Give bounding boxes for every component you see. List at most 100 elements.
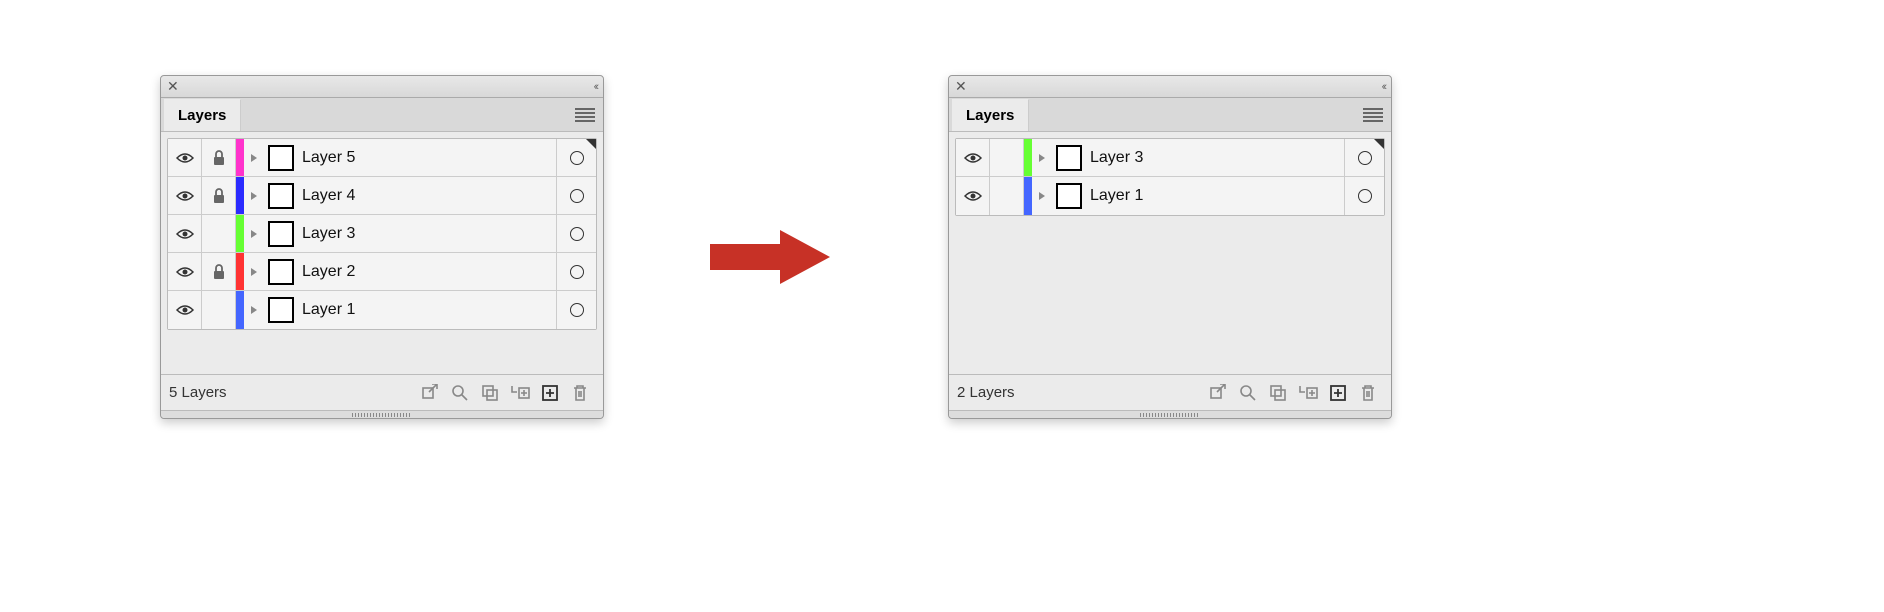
disclosure-toggle[interactable] [244,191,264,201]
layer-row[interactable]: Layer 1 [956,177,1384,215]
visibility-toggle[interactable] [168,139,202,176]
target-indicator[interactable] [556,253,596,290]
layers-panel-before: ✕ ‹‹ Layers Layer 5 [160,75,604,419]
layer-name[interactable]: Layer 3 [1090,149,1344,167]
tab-layers[interactable]: Layers [164,99,241,131]
empty-area [955,216,1385,340]
eye-icon [176,266,194,278]
disclosure-toggle[interactable] [1032,191,1052,201]
target-indicator[interactable] [556,291,596,329]
collapse-icon[interactable]: ‹‹ [594,81,597,93]
visibility-toggle[interactable] [168,291,202,329]
close-icon[interactable]: ✕ [167,78,179,95]
lock-toggle[interactable] [990,139,1024,176]
new-layer-icon[interactable] [536,381,564,405]
chevron-right-icon [250,229,258,239]
layers-panel-after: ✕ ‹‹ Layers Layer 3 Layer [948,75,1392,419]
layer-name[interactable]: Layer 3 [302,225,556,243]
layer-thumbnail [1056,183,1082,209]
panel-tabbar: Layers [161,98,603,132]
lock-toggle[interactable] [990,177,1024,215]
export-icon[interactable] [416,381,444,405]
layer-color-swatch [236,253,244,290]
visibility-toggle[interactable] [168,215,202,252]
circle-icon [570,189,584,203]
target-indicator[interactable] [556,177,596,214]
layer-name[interactable]: Layer 4 [302,187,556,205]
chevron-right-icon [250,153,258,163]
target-indicator[interactable] [556,215,596,252]
search-icon[interactable] [1234,381,1262,405]
layer-row[interactable]: Layer 1 [168,291,596,329]
new-sublayer-icon[interactable] [1294,381,1322,405]
disclosure-toggle[interactable] [244,153,264,163]
close-icon[interactable]: ✕ [955,78,967,95]
visibility-toggle[interactable] [956,139,990,176]
layer-list: Layer 5 Layer 4 Layer 3 [167,138,597,330]
circle-icon [570,265,584,279]
layer-thumbnail [1056,145,1082,171]
panel-menu-icon[interactable] [575,106,595,120]
disclosure-toggle[interactable] [244,229,264,239]
collapse-icon[interactable]: ‹‹ [1382,81,1385,93]
corner-fold-icon [586,139,596,149]
new-layer-icon[interactable] [1324,381,1352,405]
chevron-right-icon [250,305,258,315]
lock-toggle[interactable] [202,177,236,214]
panel-menu-icon[interactable] [1363,106,1383,120]
lock-icon [212,150,226,166]
layer-name[interactable]: Layer 2 [302,263,556,281]
layer-name[interactable]: Layer 1 [1090,187,1344,205]
chevron-right-icon [250,267,258,277]
layer-thumbnail [268,145,294,171]
circle-icon [570,151,584,165]
eye-icon [964,152,982,164]
visibility-toggle[interactable] [168,177,202,214]
disclosure-toggle[interactable] [244,267,264,277]
layers-body: Layer 3 Layer 1 [949,132,1391,374]
layer-list: Layer 3 Layer 1 [955,138,1385,216]
disclosure-toggle[interactable] [244,305,264,315]
search-icon[interactable] [446,381,474,405]
layer-color-swatch [236,291,244,329]
layer-color-swatch [1024,139,1032,176]
panel-titlebar: ✕ ‹‹ [949,76,1391,98]
clip-mask-icon[interactable] [1264,381,1292,405]
circle-icon [570,227,584,241]
target-indicator[interactable] [1344,177,1384,215]
visibility-toggle[interactable] [168,253,202,290]
eye-icon [176,304,194,316]
layer-name[interactable]: Layer 1 [302,301,556,319]
lock-toggle[interactable] [202,215,236,252]
resize-grip[interactable] [161,410,603,418]
layer-color-swatch [236,139,244,176]
layer-row[interactable]: Layer 3 [956,139,1384,177]
layer-row[interactable]: Layer 3 [168,215,596,253]
clip-mask-icon[interactable] [476,381,504,405]
layer-color-swatch [236,215,244,252]
layer-name[interactable]: Layer 5 [302,149,556,167]
lock-toggle[interactable] [202,291,236,329]
transition-arrow-icon [700,222,840,295]
new-sublayer-icon[interactable] [506,381,534,405]
trash-icon[interactable] [566,381,594,405]
circle-icon [570,303,584,317]
export-icon[interactable] [1204,381,1232,405]
layer-row[interactable]: Layer 5 [168,139,596,177]
disclosure-toggle[interactable] [1032,153,1052,163]
layer-row[interactable]: Layer 2 [168,253,596,291]
layer-row[interactable]: Layer 4 [168,177,596,215]
trash-icon[interactable] [1354,381,1382,405]
visibility-toggle[interactable] [956,177,990,215]
lock-toggle[interactable] [202,253,236,290]
panel-tabbar: Layers [949,98,1391,132]
tab-layers[interactable]: Layers [952,99,1029,131]
lock-icon [212,264,226,280]
panel-titlebar: ✕ ‹‹ [161,76,603,98]
chevron-right-icon [250,191,258,201]
circle-icon [1358,189,1372,203]
resize-grip[interactable] [949,410,1391,418]
layer-count-label: 2 Layers [957,384,1203,401]
lock-toggle[interactable] [202,139,236,176]
corner-fold-icon [1374,139,1384,149]
